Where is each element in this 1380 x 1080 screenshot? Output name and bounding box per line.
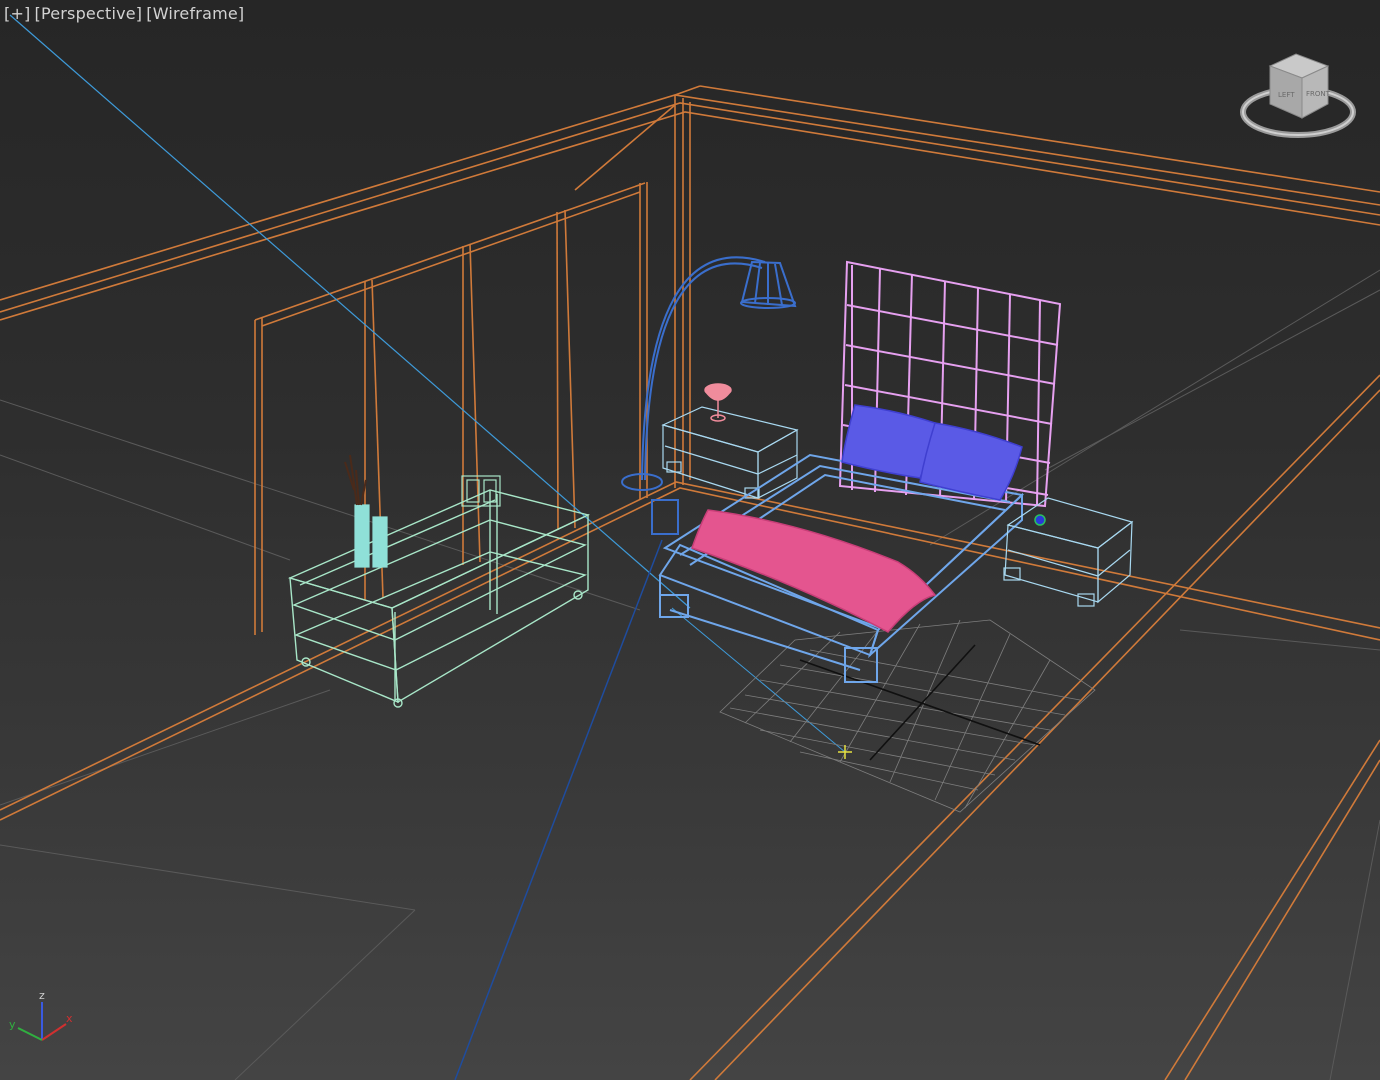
home-grid bbox=[719, 619, 1096, 813]
branches bbox=[344, 454, 367, 506]
axis-z-label: z bbox=[39, 989, 45, 1002]
pillows[interactable] bbox=[841, 404, 1023, 501]
viewcube[interactable]: LEFT FRONT bbox=[1236, 44, 1366, 148]
scene-wireframe[interactable] bbox=[0, 0, 1380, 1080]
selection-gizmo[interactable] bbox=[1034, 514, 1046, 526]
axis-y-label: y bbox=[9, 1018, 16, 1031]
viewport-menu-button[interactable]: [+] bbox=[4, 4, 31, 23]
viewcube-face-front[interactable]: FRONT bbox=[1306, 90, 1331, 98]
axis-x-label: x bbox=[66, 1012, 73, 1025]
viewport-shading-label[interactable]: [Wireframe] bbox=[146, 4, 244, 23]
viewcube-icon[interactable]: LEFT FRONT bbox=[1236, 44, 1366, 148]
arc-floor-lamp[interactable] bbox=[621, 256, 797, 491]
viewcube-face-left[interactable]: LEFT bbox=[1278, 91, 1295, 99]
room-walls[interactable] bbox=[0, 85, 1380, 1080]
viewport-pov-label[interactable]: [Perspective] bbox=[35, 4, 143, 23]
vase[interactable] bbox=[354, 504, 388, 568]
glass-cabinet[interactable] bbox=[287, 489, 591, 708]
viewport-label-menu[interactable]: [+] [Perspective] [Wireframe] bbox=[4, 4, 244, 24]
camera-target-line[interactable] bbox=[454, 539, 663, 1080]
target-direction-line[interactable] bbox=[671, 607, 846, 753]
viewport-perspective[interactable]: [+] [Perspective] [Wireframe] LEFT FRONT z… bbox=[0, 0, 1380, 1080]
axis-triad: z x y bbox=[4, 988, 84, 1048]
table-lamp[interactable] bbox=[704, 383, 732, 422]
nightstand-right[interactable] bbox=[1003, 497, 1134, 607]
